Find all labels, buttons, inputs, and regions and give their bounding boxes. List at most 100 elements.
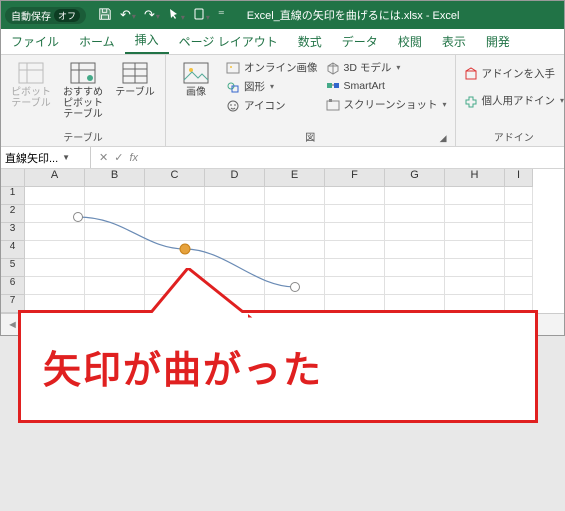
- col-header[interactable]: C: [145, 169, 205, 187]
- cursor-icon[interactable]: ▾: [168, 8, 185, 23]
- image-button[interactable]: 画像: [172, 59, 220, 100]
- recommended-pivot-button[interactable]: おすすめ ピボットテーブル: [59, 59, 107, 122]
- get-addins-button[interactable]: アドインを入手: [462, 65, 565, 82]
- cell[interactable]: [505, 187, 533, 205]
- undo-icon[interactable]: ↶▾: [120, 7, 136, 23]
- cell[interactable]: [145, 187, 205, 205]
- cell[interactable]: [265, 187, 325, 205]
- cell[interactable]: [25, 259, 85, 277]
- cell[interactable]: [325, 187, 385, 205]
- cell[interactable]: [385, 223, 445, 241]
- col-header[interactable]: I: [505, 169, 533, 187]
- cell[interactable]: [265, 223, 325, 241]
- select-all-corner[interactable]: [1, 169, 25, 187]
- cell[interactable]: [265, 259, 325, 277]
- col-header[interactable]: G: [385, 169, 445, 187]
- autosave-toggle[interactable]: 自動保存 オフ: [5, 7, 86, 24]
- threed-button[interactable]: 3D モデル▾: [324, 59, 449, 76]
- cell[interactable]: [25, 205, 85, 223]
- cell[interactable]: [445, 241, 505, 259]
- shapes-button[interactable]: 図形▾: [224, 78, 320, 95]
- cell[interactable]: [385, 277, 445, 295]
- tab-data[interactable]: データ: [332, 29, 388, 54]
- save-icon[interactable]: [98, 7, 112, 24]
- cell[interactable]: [325, 223, 385, 241]
- qat-customize-icon[interactable]: ⁼: [218, 7, 225, 23]
- online-image-button[interactable]: オンライン画像: [224, 59, 320, 76]
- col-header[interactable]: H: [445, 169, 505, 187]
- cell[interactable]: [25, 241, 85, 259]
- cell[interactable]: [85, 241, 145, 259]
- enter-icon[interactable]: ✓: [114, 151, 123, 164]
- cell[interactable]: [505, 241, 533, 259]
- col-header[interactable]: E: [265, 169, 325, 187]
- cell[interactable]: [385, 241, 445, 259]
- col-header[interactable]: F: [325, 169, 385, 187]
- tab-page-layout[interactable]: ページ レイアウト: [169, 29, 288, 54]
- cell[interactable]: [205, 205, 265, 223]
- col-header[interactable]: B: [85, 169, 145, 187]
- sheet-nav-prev-icon[interactable]: ◄: [7, 319, 18, 331]
- cell[interactable]: [265, 205, 325, 223]
- row-header[interactable]: 5: [1, 259, 25, 277]
- row-header[interactable]: 4: [1, 241, 25, 259]
- cell[interactable]: [385, 187, 445, 205]
- row-header[interactable]: 2: [1, 205, 25, 223]
- pivot-table-button[interactable]: ピボット テーブル: [7, 59, 55, 111]
- table-button[interactable]: テーブル: [111, 59, 159, 100]
- icons-button[interactable]: アイコン: [224, 97, 320, 114]
- row-header[interactable]: 6: [1, 277, 25, 295]
- smartart-button[interactable]: SmartArt: [324, 78, 449, 94]
- formula-input[interactable]: [146, 147, 564, 168]
- col-header[interactable]: D: [205, 169, 265, 187]
- cell[interactable]: [145, 205, 205, 223]
- row-header[interactable]: 1: [1, 187, 25, 205]
- name-box[interactable]: 直線矢印... ▼: [1, 147, 91, 168]
- tab-home[interactable]: ホーム: [69, 29, 125, 54]
- cell[interactable]: [385, 259, 445, 277]
- cell[interactable]: [205, 241, 265, 259]
- cell[interactable]: [325, 277, 385, 295]
- cell[interactable]: [325, 241, 385, 259]
- cell[interactable]: [445, 223, 505, 241]
- cell[interactable]: [25, 277, 85, 295]
- fx-icon[interactable]: fx: [129, 152, 138, 164]
- dialog-launcher-icon[interactable]: ◢: [440, 133, 447, 144]
- tab-file[interactable]: ファイル: [1, 29, 69, 54]
- tab-developer[interactable]: 開発: [476, 29, 520, 54]
- cell[interactable]: [385, 205, 445, 223]
- cell[interactable]: [325, 205, 385, 223]
- cell[interactable]: [505, 223, 533, 241]
- tab-formulas[interactable]: 数式: [288, 29, 332, 54]
- cell[interactable]: [445, 205, 505, 223]
- cell[interactable]: [145, 241, 205, 259]
- cell[interactable]: [85, 187, 145, 205]
- tab-view[interactable]: 表示: [432, 29, 476, 54]
- cell[interactable]: [505, 205, 533, 223]
- cell[interactable]: [265, 277, 325, 295]
- cell[interactable]: [265, 241, 325, 259]
- tab-review[interactable]: 校閲: [388, 29, 432, 54]
- cell[interactable]: [505, 277, 533, 295]
- cell[interactable]: [25, 187, 85, 205]
- cell[interactable]: [145, 223, 205, 241]
- cell[interactable]: [445, 259, 505, 277]
- cell[interactable]: [85, 205, 145, 223]
- cell[interactable]: [205, 187, 265, 205]
- cell[interactable]: [85, 277, 145, 295]
- cell[interactable]: [25, 223, 85, 241]
- tab-insert[interactable]: 挿入: [125, 27, 169, 54]
- cancel-icon[interactable]: ✕: [99, 151, 108, 164]
- touch-icon[interactable]: ▾: [193, 8, 210, 23]
- row-header[interactable]: 3: [1, 223, 25, 241]
- col-header[interactable]: A: [25, 169, 85, 187]
- cell[interactable]: [85, 259, 145, 277]
- screenshot-button[interactable]: スクリーンショット▾: [324, 96, 449, 113]
- cell[interactable]: [445, 187, 505, 205]
- cell[interactable]: [85, 223, 145, 241]
- my-addins-button[interactable]: 個人用アドイン▾: [462, 92, 565, 109]
- cell[interactable]: [505, 259, 533, 277]
- cell[interactable]: [445, 277, 505, 295]
- redo-icon[interactable]: ↷▾: [144, 7, 160, 23]
- chevron-down-icon[interactable]: ▼: [62, 153, 70, 162]
